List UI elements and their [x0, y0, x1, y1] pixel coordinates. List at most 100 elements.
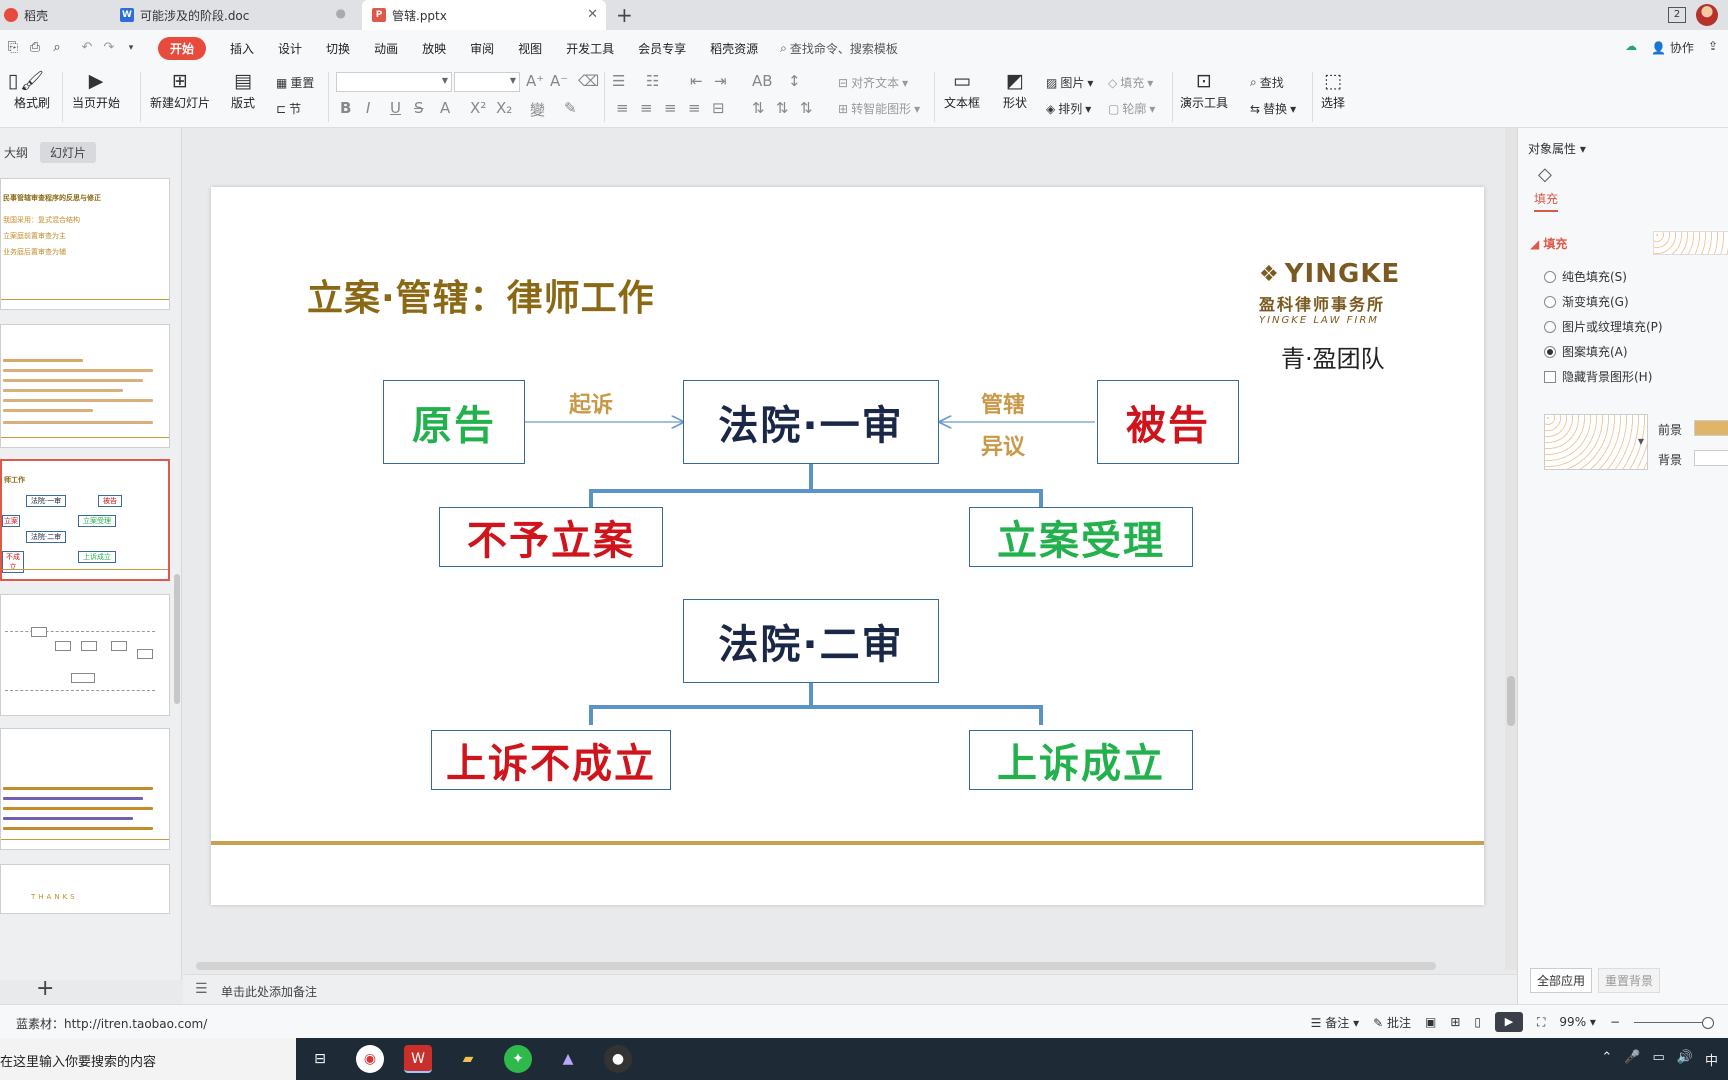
tab-slides[interactable]: 幻灯片: [40, 142, 97, 163]
avatar[interactable]: [1696, 4, 1718, 26]
align-left-icon[interactable]: ≡: [616, 99, 629, 117]
clear-format-icon[interactable]: ⌫: [578, 72, 599, 90]
arrange-button[interactable]: ◈ 排列 ▾: [1046, 100, 1091, 117]
wps-icon[interactable]: W: [404, 1045, 432, 1073]
picture-button[interactable]: ▨ 图片 ▾: [1046, 74, 1093, 91]
menu-review[interactable]: 审阅: [470, 40, 494, 57]
court-first-instance-box[interactable]: 法院·一审: [683, 380, 939, 464]
menu-developer[interactable]: 开发工具: [566, 40, 614, 57]
horizontal-scrollbar[interactable]: [196, 962, 1436, 970]
apply-all-button[interactable]: 全部应用: [1530, 968, 1593, 993]
appeal-success-box[interactable]: 上诉成立: [969, 730, 1193, 790]
menu-transition[interactable]: 切换: [326, 40, 350, 57]
fit-window-icon[interactable]: ⛶: [1537, 1015, 1545, 1030]
distribute-icon[interactable]: ⊟: [712, 99, 725, 117]
file-explorer-icon[interactable]: ▰: [454, 1045, 482, 1073]
hide-background-checkbox[interactable]: 隐藏背景图形(H): [1544, 368, 1652, 385]
align-center-icon[interactable]: ≡: [640, 99, 653, 117]
jurisdiction-label[interactable]: 管辖: [981, 387, 1025, 419]
tab-docer[interactable]: 稻壳: [0, 0, 110, 30]
zoom-out-icon[interactable]: −: [1610, 1015, 1620, 1029]
line-spacing-icon[interactable]: ↕: [788, 72, 801, 90]
tab-fill[interactable]: 填充: [1534, 190, 1559, 212]
format-painter-button[interactable]: 🖌 格式刷: [14, 68, 50, 111]
network-icon[interactable]: ▭: [1653, 1050, 1665, 1069]
notes-bar[interactable]: ☰ 单击此处添加备注: [183, 974, 1517, 1004]
superscript-icon[interactable]: X²: [470, 99, 486, 117]
outline-button[interactable]: ▢ 轮廓 ▾: [1108, 100, 1155, 117]
radio-gradient-fill[interactable]: 渐变填充(G): [1544, 293, 1629, 310]
numbered-list-icon[interactable]: ☷: [646, 72, 659, 90]
menu-view[interactable]: 视图: [518, 40, 542, 57]
font-size-select[interactable]: ▼: [454, 72, 520, 92]
chevron-down-icon[interactable]: ▾: [122, 39, 140, 57]
defendant-box[interactable]: 被告: [1097, 380, 1239, 464]
ime-indicator[interactable]: 中: [1705, 1050, 1718, 1069]
mic-icon[interactable]: 🎤: [1624, 1050, 1640, 1069]
section-button[interactable]: ⊏ 节: [276, 100, 301, 117]
panel-title[interactable]: 对象属性 ▾: [1528, 140, 1586, 157]
save-icon[interactable]: ⎘: [4, 39, 22, 57]
zoom-slider[interactable]: [1634, 1016, 1714, 1029]
objection-label[interactable]: 异议: [981, 429, 1025, 461]
align-text-button[interactable]: ⊟ 对齐文本 ▾: [838, 74, 908, 91]
align-right-icon[interactable]: ≡: [664, 99, 677, 117]
fill-button[interactable]: ◇ 填充 ▾: [1108, 74, 1153, 91]
share-icon[interactable]: ⇪: [1708, 39, 1718, 56]
bold-icon[interactable]: B: [340, 99, 351, 117]
reset-background-button[interactable]: 重置背景: [1598, 968, 1661, 993]
foreground-color-picker[interactable]: [1694, 420, 1728, 436]
font-family-select[interactable]: ▼: [336, 72, 452, 92]
court-second-instance-box[interactable]: 法院·二审: [683, 599, 939, 683]
play-slideshow-button[interactable]: ▶: [1495, 1012, 1524, 1032]
add-slide-button[interactable]: +: [36, 976, 54, 1001]
fill-preview-swatch[interactable]: [1653, 231, 1728, 255]
plaintiff-box[interactable]: 原告: [383, 380, 525, 464]
menu-insert[interactable]: 插入: [230, 40, 254, 57]
close-icon[interactable]: ✕: [587, 7, 598, 22]
new-slide-button[interactable]: ⊞ 新建幻灯片: [150, 68, 210, 111]
grid-view-icon[interactable]: ⊞: [1450, 1015, 1460, 1029]
thumbnail-scrollbar[interactable]: [174, 574, 180, 704]
reading-view-icon[interactable]: ▯: [1474, 1015, 1481, 1029]
highlight-icon[interactable]: ✎: [564, 99, 577, 117]
menu-member[interactable]: 会员专享: [638, 40, 686, 57]
not-filed-box[interactable]: 不予立案: [439, 507, 663, 567]
window-count-badge[interactable]: 2: [1668, 7, 1686, 23]
new-tab-button[interactable]: +: [616, 3, 633, 27]
task-view-icon[interactable]: ⊟: [306, 1045, 334, 1073]
font-grow-icon[interactable]: A⁺: [526, 72, 544, 90]
volume-icon[interactable]: 🔊: [1677, 1050, 1693, 1069]
fill-section-header[interactable]: ◢ 填充: [1530, 235, 1567, 252]
menu-docer-resources[interactable]: 稻壳资源: [710, 40, 758, 57]
increase-indent-icon[interactable]: ⇥: [714, 72, 727, 90]
slide-thumbnail-2[interactable]: [0, 324, 170, 448]
decrease-indent-icon[interactable]: ⇤: [690, 72, 703, 90]
layout-button[interactable]: ▤ 版式: [230, 68, 256, 111]
phonetic-icon[interactable]: 變: [530, 99, 545, 120]
slide-thumbnail-1[interactable]: 民事管辖审查程序的反思与修正 我国采用：复式混合结构 立案庭前置审查为主 业务庭…: [0, 178, 170, 310]
bullet-list-icon[interactable]: ☰: [612, 72, 625, 90]
font-shrink-icon[interactable]: A⁻: [550, 72, 568, 90]
paragraph-spacing-icon[interactable]: ⇅: [752, 99, 765, 117]
subscript-icon[interactable]: X₂: [496, 99, 512, 117]
play-from-current-button[interactable]: ▶ 当页开始: [72, 68, 120, 111]
redo-icon[interactable]: ↷: [100, 39, 118, 57]
textbox-button[interactable]: ▭ 文本框: [944, 68, 980, 111]
scroll-thumb[interactable]: [1507, 676, 1515, 726]
background-color-picker[interactable]: [1694, 450, 1728, 466]
underline-icon[interactable]: U: [390, 99, 401, 117]
comments-toggle[interactable]: ✎ 批注: [1373, 1014, 1411, 1031]
team-name[interactable]: 青·盈团队: [1281, 339, 1385, 374]
appeal-fail-box[interactable]: 上诉不成立: [431, 730, 671, 790]
slide-title[interactable]: 立案·管辖：律师工作: [307, 269, 655, 321]
paint-bucket-icon[interactable]: ◇: [1538, 164, 1552, 185]
wechat-icon[interactable]: ✦: [504, 1045, 532, 1073]
replace-button[interactable]: ⇆ 替换 ▾: [1250, 100, 1296, 117]
font-color-icon[interactable]: A: [440, 99, 450, 117]
present-tools-button[interactable]: ⊡ 演示工具: [1180, 68, 1228, 111]
pattern-select[interactable]: ▼: [1544, 414, 1648, 470]
radio-picture-fill[interactable]: 图片或纹理填充(P): [1544, 318, 1663, 335]
italic-icon[interactable]: I: [366, 99, 370, 117]
radio-solid-fill[interactable]: 纯色填充(S): [1544, 268, 1627, 285]
